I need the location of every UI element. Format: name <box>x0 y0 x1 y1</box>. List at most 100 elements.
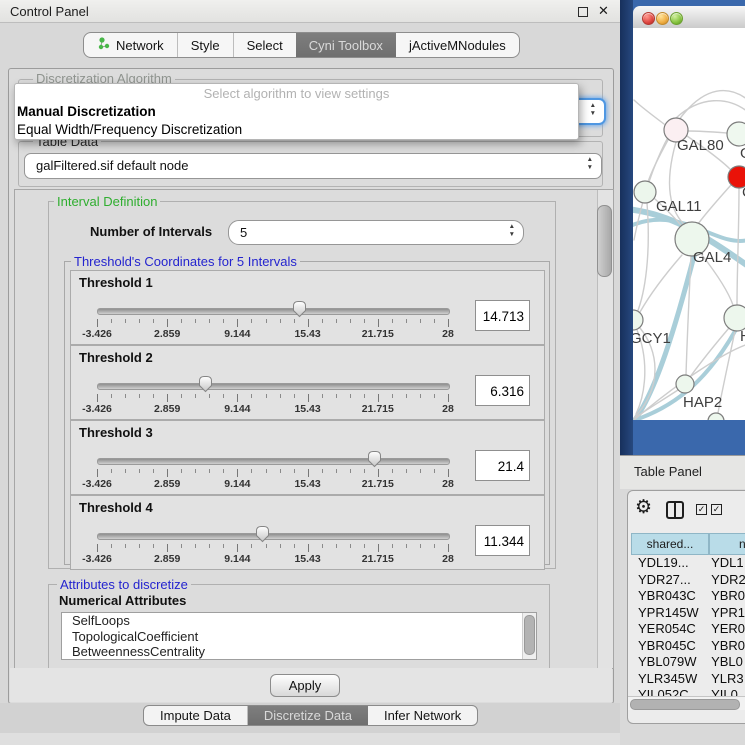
network-view-window: GAL80GACGAL11GAL4GCY1HHAP2 <box>620 0 745 455</box>
slider-track[interactable] <box>97 308 450 315</box>
slider-tick <box>209 469 210 473</box>
network-canvas[interactable]: GAL80GACGAL11GAL4GCY1HHAP2 <box>633 28 745 420</box>
slider-tick <box>308 319 309 327</box>
checkbox-icon[interactable]: ✓ <box>696 504 707 515</box>
slider-thumb[interactable] <box>367 450 382 468</box>
float-window-icon[interactable] <box>578 7 588 17</box>
number-of-intervals-combobox[interactable]: 5 ▲▼ <box>228 220 524 245</box>
slider-tick <box>97 319 98 327</box>
table-row[interactable]: YBR043CYBR0 <box>631 588 745 605</box>
slider-tick <box>322 319 323 323</box>
slider-tick <box>392 319 393 323</box>
slider-tick <box>322 394 323 398</box>
close-icon[interactable]: ✕ <box>598 3 609 19</box>
numerical-attributes-list[interactable]: SelfLoopsTopologicalCoefficientBetweenne… <box>61 612 537 660</box>
slider-thumb[interactable] <box>292 300 307 318</box>
checkbox-icon[interactable]: ✓ <box>711 504 722 515</box>
slider-tick <box>294 469 295 473</box>
slider-tick <box>420 544 421 548</box>
node-label: GAL11 <box>656 198 702 215</box>
vertical-scrollbar[interactable] <box>597 190 613 668</box>
list-item[interactable]: BetweennessCentrality <box>62 644 536 660</box>
slider-scale-label: 28 <box>442 478 454 490</box>
table-row[interactable]: YBR045CYBR0 <box>631 638 745 655</box>
slider-track[interactable] <box>97 458 450 465</box>
slider-tick <box>167 544 168 552</box>
network-node[interactable] <box>708 413 724 420</box>
network-node[interactable] <box>633 310 643 330</box>
tab-infer-network[interactable]: Infer Network <box>368 706 477 725</box>
slider-tick <box>336 319 337 323</box>
slider-tick <box>280 394 281 398</box>
table-row[interactable]: YDR27...YDR2 <box>631 572 745 589</box>
dropdown-option-equal-width[interactable]: Equal Width/Frequency Discretization <box>15 121 578 139</box>
slider-track[interactable] <box>97 533 450 540</box>
list-item[interactable]: SelfLoops <box>62 613 536 629</box>
table-row[interactable]: YPR145WYPR1 <box>631 605 745 622</box>
slider-tick <box>364 469 365 473</box>
slider-thumb[interactable] <box>255 525 270 543</box>
cell-shared-name: YBR045C <box>631 638 705 655</box>
apply-button[interactable]: Apply <box>270 674 340 697</box>
tab-discretize-data[interactable]: Discretize Data <box>247 706 368 725</box>
threshold-value-field[interactable]: 21.4 <box>475 450 530 481</box>
threshold-value-field[interactable]: 11.344 <box>475 525 530 556</box>
list-scrollbar-thumb[interactable] <box>524 615 535 655</box>
horizontal-scrollbar[interactable] <box>628 696 745 710</box>
panel-title: Control Panel <box>10 4 89 19</box>
table-row[interactable]: YDL19...YDL1 <box>631 555 745 572</box>
combo-value: galFiltered.sif default node <box>36 158 188 173</box>
threshold-title: Threshold 1 <box>79 275 153 290</box>
vertical-scrollbar-thumb[interactable] <box>597 205 612 277</box>
slider-tick <box>392 394 393 398</box>
table-row[interactable]: YBL079WYBL0 <box>631 654 745 671</box>
slider-tick <box>434 469 435 473</box>
column-header-shared-name[interactable]: shared... <box>631 533 709 555</box>
slider-scale-label: 15.43 <box>294 403 320 415</box>
slider-track[interactable] <box>97 383 450 390</box>
slider-tick <box>209 544 210 548</box>
tab-jactivemnodules[interactable]: jActiveMNodules <box>396 33 519 57</box>
mac-close-icon[interactable] <box>642 12 655 25</box>
slider-tick <box>350 319 351 323</box>
threshold-value-field[interactable]: 6.316 <box>475 375 530 406</box>
split-columns-icon[interactable] <box>666 501 684 519</box>
cell-shared-name: YPR145W <box>631 605 705 622</box>
threshold-panel: Threshold 3-3.4262.8599.14415.4321.71528… <box>70 420 545 495</box>
tab-select[interactable]: Select <box>233 33 296 57</box>
window-frame-edge <box>620 0 633 455</box>
gear-icon[interactable]: ⚙ <box>635 496 652 518</box>
slider-tick <box>378 394 379 402</box>
cell-shared-name: YDL19... <box>631 555 705 572</box>
table-data-combobox[interactable]: galFiltered.sif default node ▲▼ <box>24 153 602 179</box>
cell-shared-name: YBR043C <box>631 588 705 605</box>
tab-cyni-toolbox[interactable]: Cyni Toolbox <box>296 33 396 57</box>
table-row[interactable]: YER054CYER0 <box>631 621 745 638</box>
cell-name: YBR0 <box>705 638 745 655</box>
table-panel-title: Table Panel <box>634 464 702 479</box>
slider-scale-label: 9.144 <box>224 478 250 490</box>
mac-minimize-icon[interactable] <box>656 12 669 25</box>
list-item[interactable]: TopologicalCoefficient <box>62 629 536 645</box>
table-row[interactable]: YLR345WYLR3 <box>631 671 745 688</box>
tab-impute-data[interactable]: Impute Data <box>144 706 247 725</box>
network-edge <box>648 140 668 182</box>
slider-thumb[interactable] <box>198 375 213 393</box>
table-row[interactable]: YIL052CYIL0 <box>631 687 745 696</box>
slider-tick <box>251 319 252 323</box>
tab-network[interactable]: Network <box>84 33 177 57</box>
settings-scroll-area: Interval Definition Number of Intervals … <box>14 189 614 669</box>
threshold-title: Threshold 2 <box>79 350 153 365</box>
mac-zoom-icon[interactable] <box>670 12 683 25</box>
network-node[interactable] <box>634 181 656 203</box>
column-header-name[interactable]: na <box>709 533 745 555</box>
slider-tick <box>406 394 407 398</box>
threshold-value-field[interactable]: 14.713 <box>475 300 530 331</box>
dropdown-option-manual-discretization[interactable]: Manual Discretization <box>15 103 578 121</box>
list-scrollbar[interactable] <box>522 613 536 659</box>
threshold-title: Threshold 4 <box>79 500 153 515</box>
network-node[interactable] <box>676 375 694 393</box>
tab-style[interactable]: Style <box>177 33 233 57</box>
horizontal-scrollbar-thumb[interactable] <box>630 699 740 710</box>
network-node[interactable] <box>727 122 745 146</box>
